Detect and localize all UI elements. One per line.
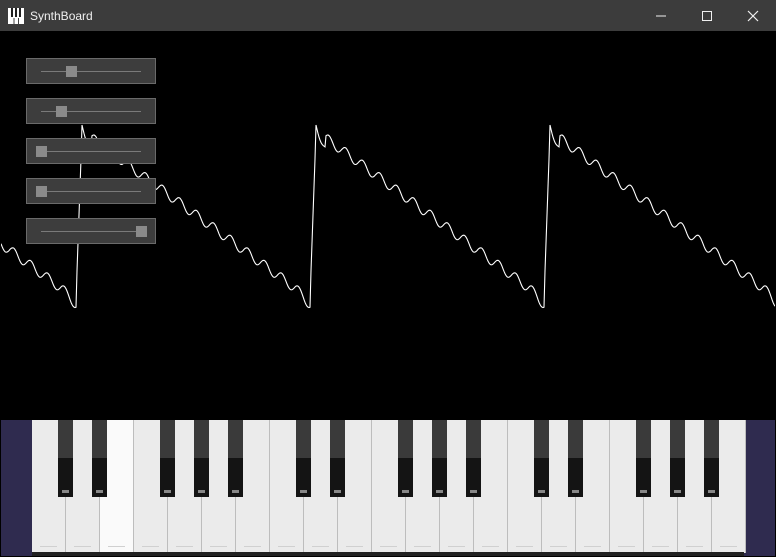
black-key[interactable] [330,420,345,497]
black-key-highlight [432,420,447,458]
black-key-base [334,490,341,493]
black-key[interactable] [160,420,175,497]
slider-5[interactable] [26,218,156,244]
black-key-highlight [568,420,583,458]
slider-thumb[interactable] [66,66,77,77]
black-key[interactable] [466,420,481,497]
black-key[interactable] [704,420,719,497]
black-key-base [164,490,171,493]
slider-thumb[interactable] [36,186,47,197]
close-button[interactable] [730,0,776,31]
keyboard-bottom-edge [32,552,744,556]
black-key-base [640,490,647,493]
slider-2[interactable] [26,98,156,124]
black-key-base [436,490,443,493]
black-key[interactable] [194,420,209,497]
black-key[interactable] [534,420,549,497]
black-key[interactable] [432,420,447,497]
black-key-base [538,490,545,493]
black-key-highlight [58,420,73,458]
maximize-button[interactable] [684,0,730,31]
minimize-icon [656,15,666,16]
black-key[interactable] [636,420,651,497]
slider-thumb[interactable] [36,146,47,157]
slider-thumb[interactable] [136,226,147,237]
piano-keyboard [1,420,775,556]
black-key-highlight [398,420,413,458]
black-key-highlight [160,420,175,458]
black-key-highlight [194,420,209,458]
black-key-highlight [228,420,243,458]
black-key-base [232,490,239,493]
black-key-highlight [534,420,549,458]
piano-keys-icon [8,7,24,24]
black-key-base [708,490,715,493]
black-key-highlight [296,420,311,458]
black-key[interactable] [670,420,685,497]
slider-track [41,231,141,232]
window-title: SynthBoard [30,8,93,23]
black-key-base [62,490,69,493]
black-key[interactable] [92,420,107,497]
slider-4[interactable] [26,178,156,204]
close-icon [747,10,759,21]
black-key[interactable] [398,420,413,497]
slider-track [41,71,141,72]
black-key[interactable] [296,420,311,497]
black-key-highlight [670,420,685,458]
slider-1[interactable] [26,58,156,84]
slider-thumb[interactable] [56,106,67,117]
black-key-highlight [330,420,345,458]
black-key-base [198,490,205,493]
maximize-icon [702,10,712,21]
slider-track [41,151,141,152]
minimize-button[interactable] [638,0,684,31]
title-bar[interactable]: SynthBoard [0,0,776,31]
black-key-highlight [92,420,107,458]
black-key-base [572,490,579,493]
black-key-base [96,490,103,493]
black-key-base [300,490,307,493]
black-key-highlight [466,420,481,458]
black-key-base [674,490,681,493]
black-key[interactable] [228,420,243,497]
slider-track [41,191,141,192]
slider-3[interactable] [26,138,156,164]
black-key-highlight [636,420,651,458]
black-key-base [402,490,409,493]
black-key[interactable] [568,420,583,497]
black-key[interactable] [58,420,73,497]
waveform-display [1,31,775,420]
black-key-highlight [704,420,719,458]
black-key-base [470,490,477,493]
